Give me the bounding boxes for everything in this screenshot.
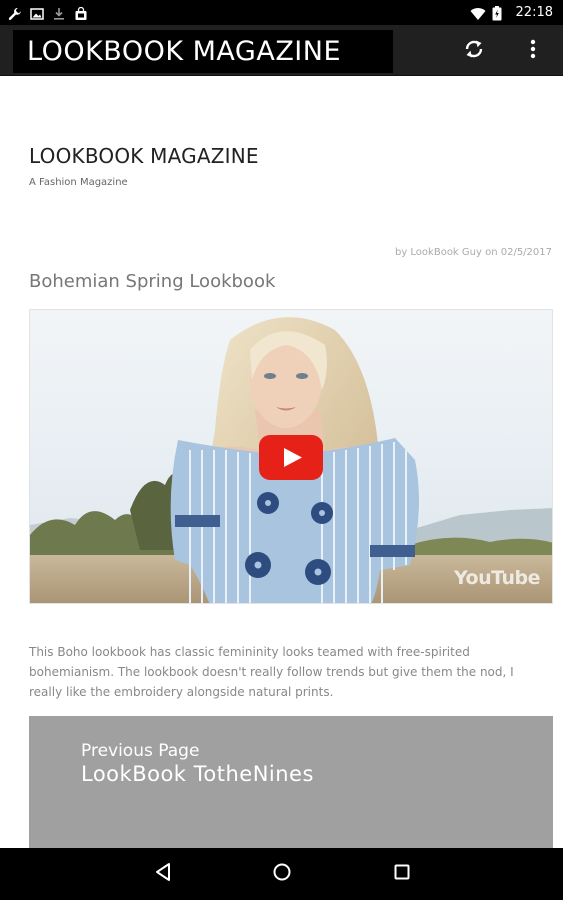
page-content: LOOKBOOK MAGAZINE A Fashion Magazine by … xyxy=(0,76,563,848)
status-bar: 22:18 xyxy=(0,0,563,25)
wrench-icon xyxy=(8,6,22,20)
refresh-button[interactable] xyxy=(461,38,487,64)
post-meta: by LookBook Guy on 02/5/2017 xyxy=(394,247,552,258)
site-title[interactable]: LOOKBOOK MAGAZINE xyxy=(29,144,259,168)
battery-icon xyxy=(492,5,506,20)
image-icon xyxy=(30,6,44,20)
video-embed[interactable]: YouTube xyxy=(29,309,553,604)
system-status: 22:18 xyxy=(470,5,553,20)
back-icon xyxy=(154,862,172,886)
previous-page-link[interactable]: Previous Page LookBook TotheNines xyxy=(29,716,553,848)
download-icon xyxy=(52,6,66,20)
post-title[interactable]: Bohemian Spring Lookbook xyxy=(29,271,275,292)
site-tagline: A Fashion Magazine xyxy=(29,177,128,188)
notification-icons xyxy=(8,6,88,20)
clock: 22:18 xyxy=(515,5,553,20)
app-title: LOOKBOOK MAGAZINE xyxy=(13,30,393,73)
play-button[interactable] xyxy=(259,435,323,480)
overflow-menu-icon xyxy=(529,37,537,65)
previous-post-title: LookBook TotheNines xyxy=(81,762,314,786)
play-icon xyxy=(259,435,323,480)
store-icon xyxy=(74,6,88,20)
navigation-bar xyxy=(0,848,563,900)
post-excerpt: This Boho lookbook has classic femininit… xyxy=(29,645,514,699)
wifi-icon xyxy=(470,6,486,20)
overflow-menu-button[interactable] xyxy=(520,38,546,64)
recents-button[interactable] xyxy=(389,861,415,887)
home-icon xyxy=(272,862,292,886)
recents-icon xyxy=(393,863,411,885)
previous-page-label: Previous Page xyxy=(81,741,200,761)
app-bar: LOOKBOOK MAGAZINE xyxy=(0,25,563,76)
back-button[interactable] xyxy=(150,861,176,887)
home-button[interactable] xyxy=(269,861,295,887)
youtube-watermark[interactable]: YouTube xyxy=(454,567,540,589)
refresh-icon xyxy=(462,37,486,65)
